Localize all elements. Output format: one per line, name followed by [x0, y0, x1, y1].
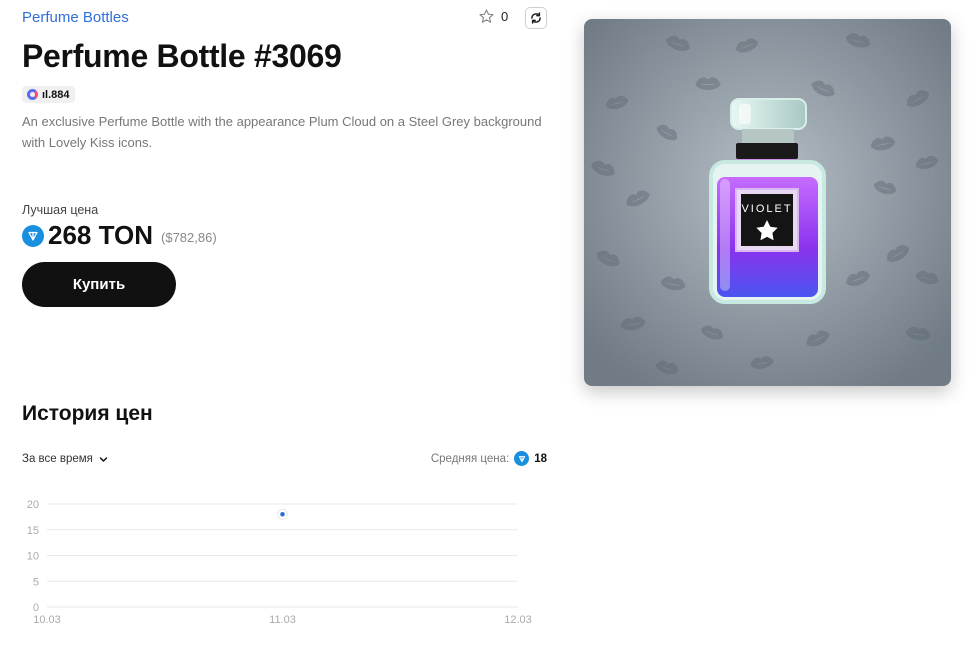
period-dropdown[interactable]: За все время — [22, 453, 108, 465]
x-tick-label: 10.03 — [33, 614, 61, 626]
chevron-down-icon — [99, 456, 108, 462]
average-label: Средняя цена: — [430, 452, 510, 465]
y-tick-label: 5 — [33, 576, 39, 588]
y-tick-label: 15 — [27, 525, 39, 537]
gift-image: VIOLET — [584, 19, 951, 386]
price-value: 268 TON — [48, 220, 154, 250]
best-price-label: Лучшая цена — [22, 203, 99, 217]
y-tick-label: 0 — [33, 602, 39, 614]
average-price: Средняя цена: 18 — [431, 451, 547, 466]
refresh-icon — [531, 12, 541, 24]
badge-ring-icon — [27, 89, 38, 100]
price-history-chart: 0 5 10 15 20 10.03 11.03 12.03 — [27, 499, 532, 626]
bottle-label-text: VIOLET — [741, 203, 792, 215]
average-value: 18 — [534, 452, 547, 465]
y-tick-label: 10 — [27, 551, 39, 563]
favorites-count: 0 — [501, 9, 509, 24]
item-badge: ıl.884 — [22, 86, 75, 103]
period-label: За все время — [22, 453, 93, 465]
ton-icon — [514, 451, 530, 466]
star-icon — [479, 9, 494, 23]
page-title: Perfume Bottle #3069 — [22, 38, 342, 74]
price-usd: ($782,86) — [161, 230, 217, 245]
data-point[interactable] — [280, 512, 285, 517]
badge-text: ıl.884 — [42, 88, 70, 101]
price-row: 268 TON ($782,86) — [22, 220, 217, 251]
refresh-button[interactable] — [525, 7, 547, 29]
y-tick-label: 20 — [27, 499, 39, 511]
collection-link[interactable]: Perfume Bottles — [22, 9, 129, 26]
x-tick-label: 11.03 — [269, 614, 296, 626]
x-tick-label: 12.03 — [504, 614, 532, 626]
buy-button[interactable]: Купить — [22, 262, 176, 307]
history-title: История цен — [22, 402, 153, 425]
item-description: An exclusive Perfume Bottle with the app… — [22, 114, 542, 150]
ton-icon — [22, 224, 44, 247]
favorite-control[interactable]: 0 — [478, 8, 508, 25]
